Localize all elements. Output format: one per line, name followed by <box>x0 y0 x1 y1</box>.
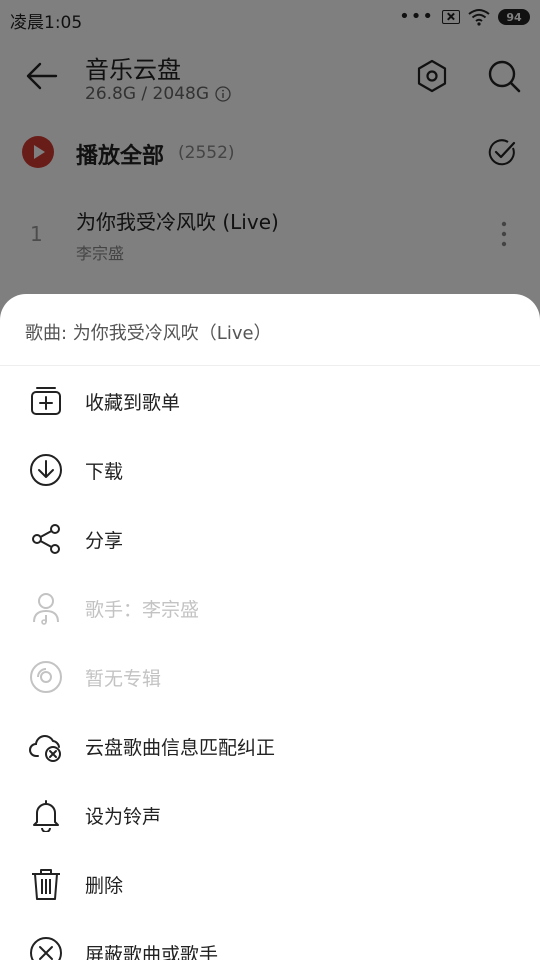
menu-item-label: 收藏到歌单 <box>85 392 181 414</box>
menu-item-add-to-playlist[interactable]: 收藏到歌单 <box>0 366 540 435</box>
menu-item-album[interactable]: 暂无专辑 <box>0 642 540 711</box>
album-icon <box>30 661 62 693</box>
menu-item-artist[interactable]: 歌手：李宗盛 <box>0 573 540 642</box>
menu-item-label: 云盘歌曲信息匹配纠正 <box>85 737 276 759</box>
menu-item-block[interactable]: 屏蔽歌曲或歌手 <box>0 918 540 960</box>
menu-item-label: 暂无专辑 <box>85 668 162 690</box>
cloud-fix-icon <box>29 735 61 762</box>
block-icon <box>30 937 62 960</box>
song-action-sheet: 歌曲: 为你我受冷风吹（Live） 收藏到歌单 下载 分享 歌手：李宗盛 暂无专… <box>0 294 540 960</box>
menu-item-label: 设为铃声 <box>85 806 162 828</box>
sheet-header: 歌曲: 为你我受冷风吹（Live） <box>0 294 540 366</box>
add-to-playlist-icon <box>31 387 61 415</box>
menu-item-label: 屏蔽歌曲或歌手 <box>85 944 219 960</box>
menu-item-label: 下载 <box>85 461 124 483</box>
menu-item-share[interactable]: 分享 <box>0 504 540 573</box>
menu-item-label: 歌手：李宗盛 <box>85 599 200 621</box>
bell-icon <box>33 800 59 832</box>
menu-item-download[interactable]: 下载 <box>0 435 540 504</box>
menu-item-cloud-correct[interactable]: 云盘歌曲信息匹配纠正 <box>0 711 540 780</box>
download-icon <box>30 454 62 486</box>
share-icon <box>32 524 60 554</box>
sheet-title: 歌曲: 为你我受冷风吹（Live） <box>25 323 272 344</box>
trash-icon <box>32 869 60 900</box>
menu-item-label: 分享 <box>85 530 124 552</box>
menu-item-label: 删除 <box>85 875 124 897</box>
menu-item-delete[interactable]: 删除 <box>0 849 540 918</box>
menu-item-ringtone[interactable]: 设为铃声 <box>0 780 540 849</box>
artist-icon <box>33 593 59 625</box>
